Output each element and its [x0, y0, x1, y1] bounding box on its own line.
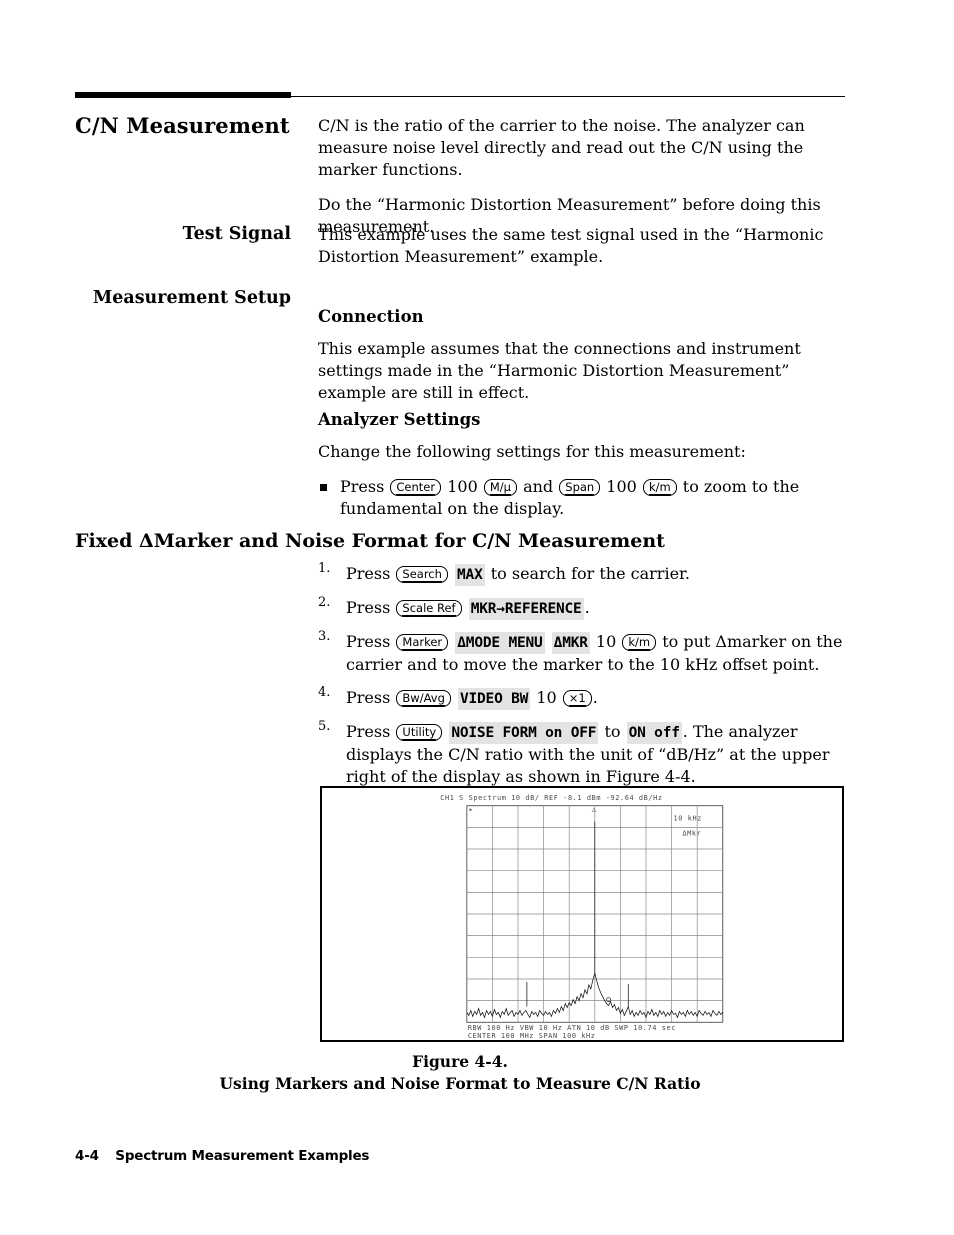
- hardkey-utility-label: Utility: [402, 725, 437, 741]
- marker-offset-readout: 10 kHz: [674, 814, 702, 822]
- step-tail: .: [592, 688, 598, 708]
- figure-caption-text: Using Markers and Noise Format to Measur…: [219, 1074, 701, 1094]
- figure-caption: Figure 4-4. Using Markers and Noise Form…: [75, 1051, 845, 1096]
- fixed-marker-section-heading: Fixed ΔMarker and Noise Format for C/N M…: [75, 530, 665, 552]
- bullet-press-word: Press: [340, 476, 385, 496]
- hardkey-span-label: Span: [565, 479, 595, 495]
- softkey-on-off[interactable]: ON off: [626, 722, 682, 745]
- delta-marker-symbol: [606, 997, 611, 1002]
- hardkey-marker[interactable]: Marker: [396, 634, 449, 652]
- footer-section-name: Spectrum Measurement Examples: [115, 1148, 370, 1164]
- hardkey-k-m-label: k/m: [628, 635, 651, 650]
- bullet-value-1: 100: [447, 476, 478, 496]
- measurement-setup-label: Measurement Setup: [92, 288, 291, 308]
- step-item-4: 4. Press Bw/Avg VIDEO BW 10 ×1.: [318, 685, 846, 711]
- bullet-value-2: 100: [606, 476, 637, 496]
- spectrum-analyzer-display: .dtxt { font-family: "DejaVu Sans Mono",…: [440, 794, 724, 1040]
- figure-caption-number: Figure 4-4.: [412, 1052, 508, 1071]
- step-press-word: Press: [346, 722, 391, 742]
- hardkey-center-label: Center: [396, 479, 436, 495]
- step-connector: to: [604, 722, 621, 742]
- softkey-delta-mkr[interactable]: ΔMKR: [551, 632, 590, 654]
- step-press-word: Press: [346, 598, 391, 617]
- hardkey-k-m-label: k/m: [648, 479, 671, 495]
- steps-list: 1. Press Search MAX to search for the ca…: [318, 561, 846, 799]
- intro-paragraph-1: C/N is the ratio of the carrier to the n…: [318, 116, 805, 180]
- step-number: 3.: [318, 629, 331, 644]
- display-status-line-2: CENTER 100 MHz SPAN 100 kHz: [468, 1032, 596, 1040]
- reference-tick-icon: ▸: [469, 806, 474, 814]
- step-value: 10: [595, 632, 617, 651]
- footer-page-number: 4-4: [75, 1148, 99, 1164]
- hardkey-bw-avg[interactable]: Bw/Avg: [396, 690, 451, 708]
- hardkey-times-one-label: ×1: [568, 691, 586, 707]
- hardkey-search[interactable]: Search: [396, 566, 448, 584]
- step-tail: .: [584, 598, 590, 617]
- step-tail: to search for the carrier.: [490, 564, 691, 583]
- hardkey-times-one[interactable]: ×1: [562, 690, 592, 708]
- analyzer-settings-heading: Analyzer Settings: [318, 410, 481, 429]
- marker-triangle-icon: △: [592, 806, 597, 814]
- step-value: 10: [536, 688, 557, 708]
- step-number: 4.: [318, 685, 331, 701]
- step-item-3: 3. Press Marker ΔMODE MENU ΔMKR 10 k/m t…: [318, 629, 846, 676]
- hardkey-m-micro[interactable]: M/μ: [483, 478, 517, 497]
- analyzer-settings-bullet: Press Center 100 M/μ and Span 100 k/m to…: [318, 476, 846, 520]
- hardkey-search-label: Search: [402, 567, 442, 582]
- step-press-word: Press: [346, 688, 391, 708]
- step-item-5: 5. Press Utility NOISE FORM on OFF to ON…: [318, 719, 830, 787]
- hardkey-utility[interactable]: Utility: [396, 724, 443, 742]
- connection-body: This example assumes that the connection…: [318, 338, 801, 402]
- page-title: C/N Measurement: [75, 113, 290, 138]
- display-status-line-1: RBW 100 Hz VBW 10 Hz ATN 10 dB SWP 10.74…: [468, 1024, 676, 1032]
- softkey-delta-mode-menu[interactable]: ΔMODE MENU: [455, 632, 545, 654]
- connection-heading: Connection: [318, 307, 424, 326]
- softkey-max[interactable]: MAX: [455, 564, 485, 586]
- test-signal-body: This example uses the same test signal u…: [318, 225, 824, 267]
- step-item-1: 1. Press Search MAX to search for the ca…: [318, 561, 846, 586]
- analyzer-settings-body: Change the following settings for this m…: [318, 441, 746, 461]
- document-page: C/N Measurement C/N is the ratio of the …: [0, 0, 954, 1235]
- step-item-2: 2. Press Scale Ref MKR→REFERENCE.: [318, 595, 846, 620]
- softkey-noise-form[interactable]: NOISE FORM on OFF: [449, 722, 599, 745]
- display-channel: CH1 S Spectrum 10 dB/ REF -8.1 dBm -92.6…: [440, 794, 662, 802]
- hardkey-k-m[interactable]: k/m: [622, 634, 657, 652]
- softkey-video-bw[interactable]: VIDEO BW: [457, 688, 531, 711]
- page-footer: 4-4 Spectrum Measurement Examples: [75, 1148, 369, 1164]
- step-number: 1.: [318, 561, 331, 576]
- hardkey-scale-ref[interactable]: Scale Ref: [396, 600, 462, 618]
- hardkey-scale-ref-label: Scale Ref: [402, 601, 456, 616]
- hardkey-k-m[interactable]: k/m: [642, 478, 677, 497]
- connection-block: Connection This example assumes that the…: [318, 306, 846, 417]
- hardkey-m-micro-label: M/μ: [489, 479, 511, 495]
- test-signal-label: Test Signal: [182, 224, 291, 244]
- hardkey-bw-avg-label: Bw/Avg: [402, 691, 445, 707]
- bullet-and-word: and: [523, 476, 554, 496]
- hardkey-span[interactable]: Span: [559, 478, 601, 497]
- step-number: 5.: [318, 719, 331, 735]
- hardkey-marker-label: Marker: [402, 635, 443, 650]
- step-press-word: Press: [346, 632, 391, 651]
- marker-delta-label: ΔMkr: [682, 829, 701, 837]
- hardkey-center[interactable]: Center: [390, 478, 442, 497]
- analyzer-settings-block: Analyzer Settings Change the following s…: [318, 409, 846, 520]
- figure-4-4: .dtxt { font-family: "DejaVu Sans Mono",…: [320, 786, 844, 1042]
- step-press-word: Press: [346, 564, 391, 583]
- test-signal-block: This example uses the same test signal u…: [318, 224, 846, 281]
- header-rule-thick: [75, 92, 291, 98]
- softkey-mkr-to-reference[interactable]: MKR→REFERENCE: [468, 598, 584, 620]
- step-number: 2.: [318, 595, 331, 610]
